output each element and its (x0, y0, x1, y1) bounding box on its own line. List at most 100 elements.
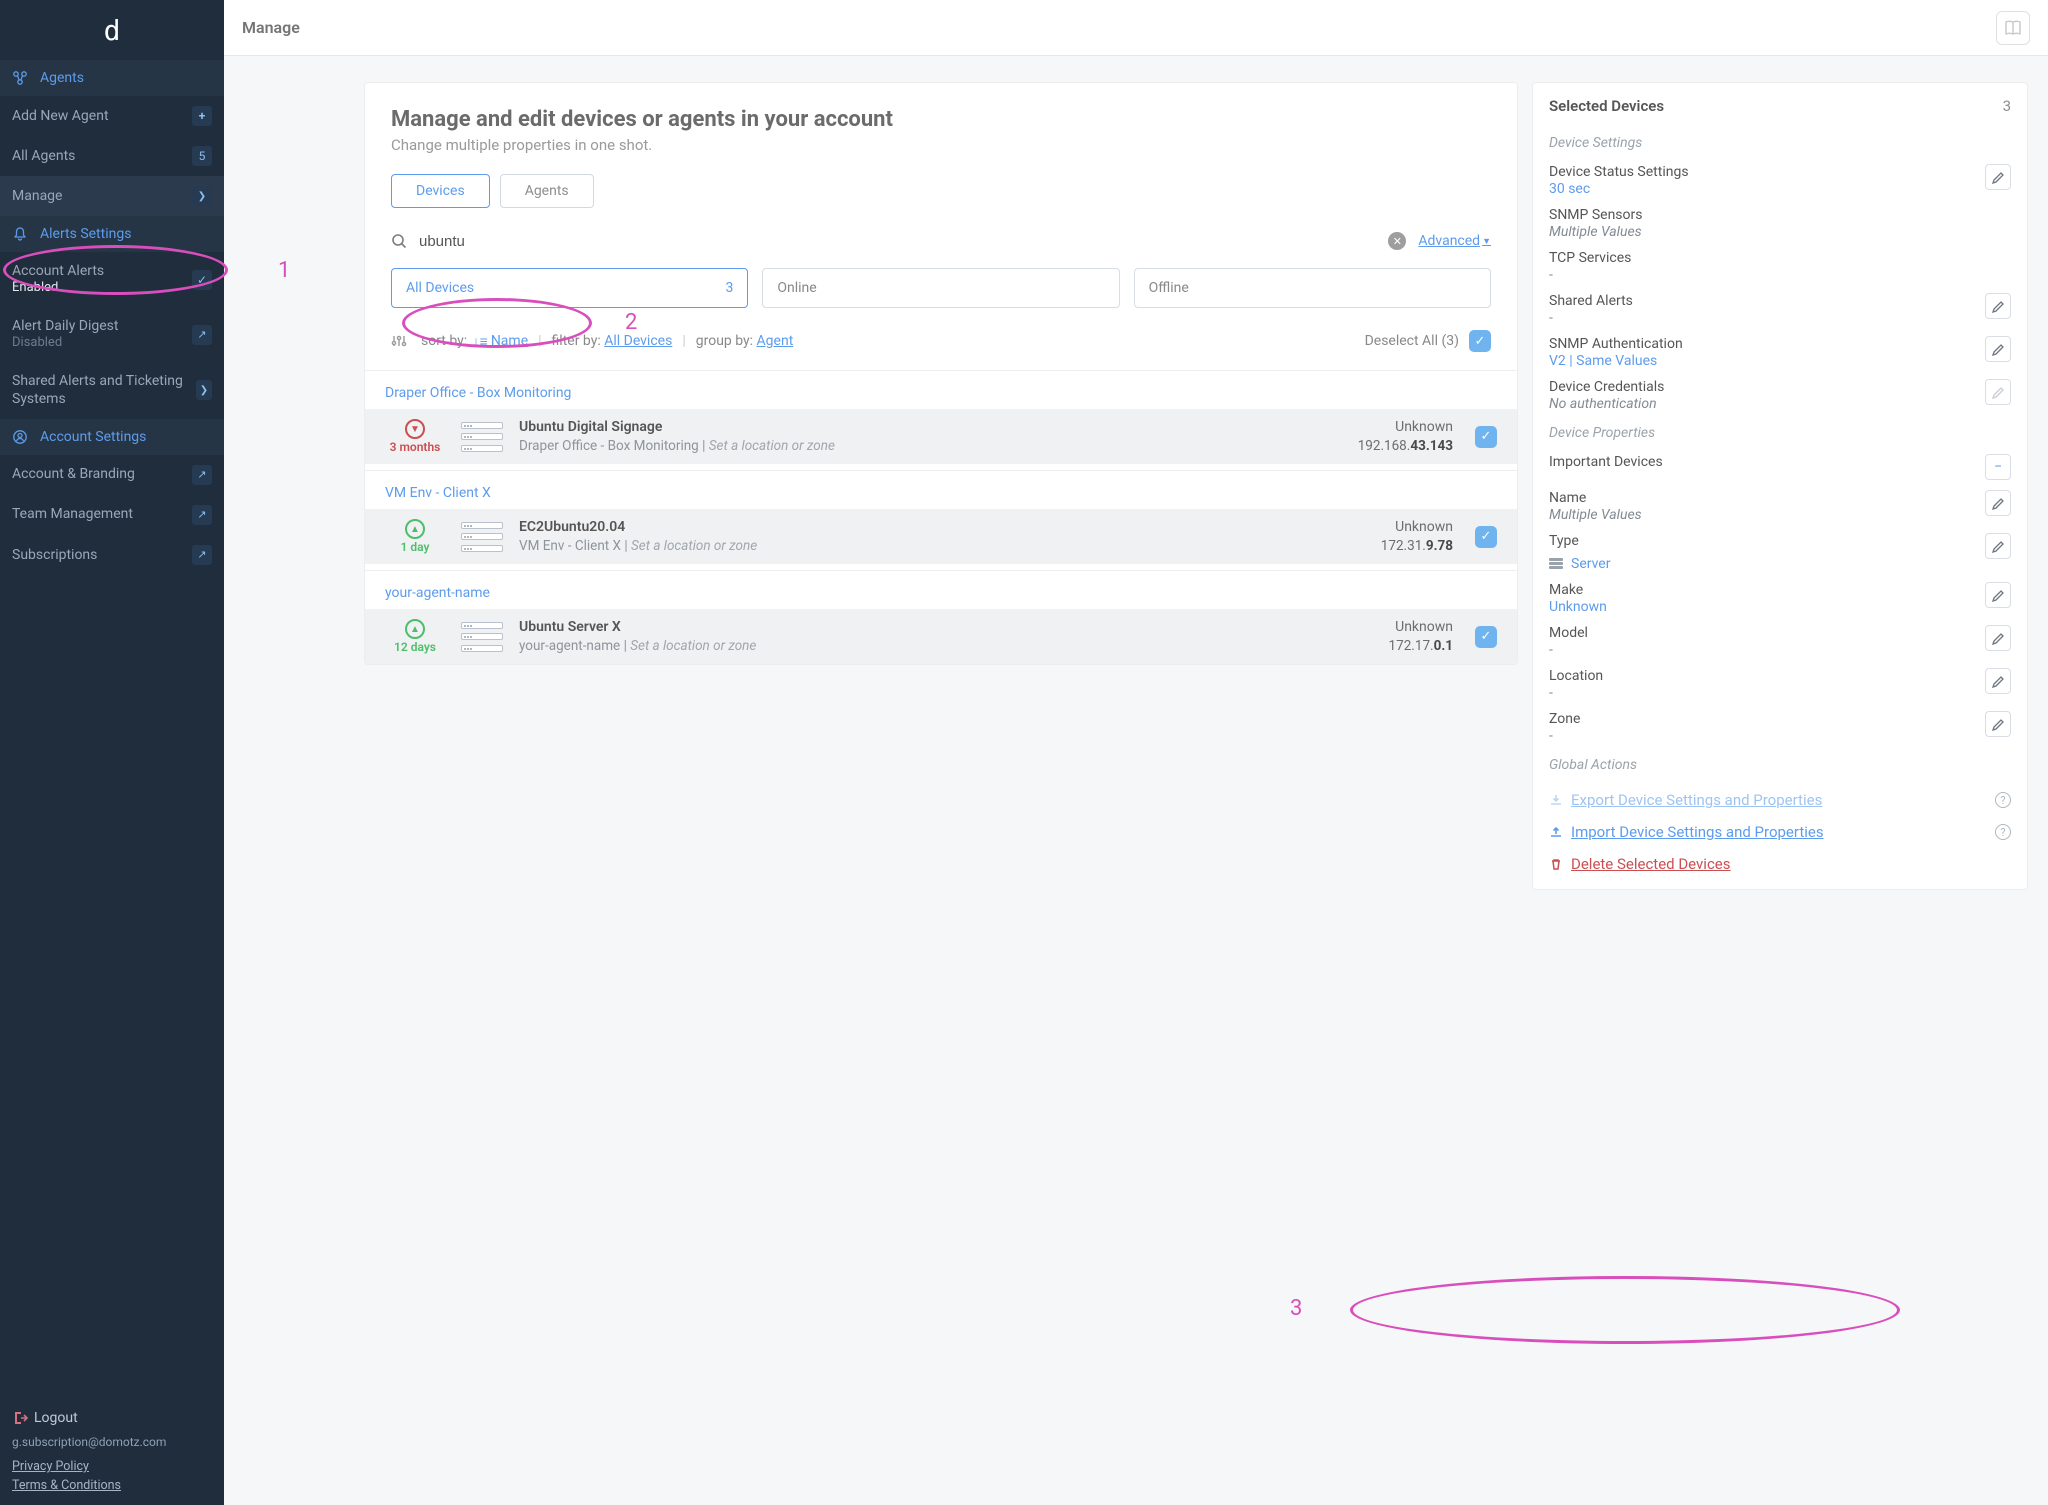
select-all-checkbox[interactable]: ✓ (1469, 330, 1491, 352)
selected-devices-count: 3 (2003, 97, 2011, 115)
sidebar-item-add-agent[interactable]: Add New Agent + (0, 96, 224, 136)
indeterminate-checkbox[interactable]: − (1985, 454, 2011, 480)
privacy-link[interactable]: Privacy Policy (12, 1459, 212, 1474)
download-icon (1549, 793, 1563, 807)
search-input[interactable] (419, 233, 639, 250)
row-important-devices: Important Devices − (1533, 449, 2027, 485)
chevron-right-icon: ❯ (192, 186, 212, 206)
sidebar-item-team-management[interactable]: Team Management ↗ (0, 495, 224, 535)
open-icon: ↗ (192, 505, 212, 525)
device-row-checkbox[interactable]: ✓ (1475, 526, 1497, 548)
sidebar-footer: Logout g.subscription@domotz.com Privacy… (0, 1397, 224, 1505)
filter-link[interactable]: All Devices (604, 333, 672, 349)
row-name: NameMultiple Values (1533, 485, 2027, 528)
group-name-link[interactable]: VM Env - Client X (385, 485, 491, 501)
group-link[interactable]: Agent (757, 333, 794, 349)
exit-icon (12, 1409, 34, 1427)
device-age: ▲ 1 day (385, 519, 445, 554)
device-row[interactable]: ▲ 1 day EC2Ubuntu20.04 VM Env - Client X… (365, 509, 1517, 564)
device-subline: your-agent-name | Set a location or zone (519, 638, 1373, 654)
sidebar-item-account-branding[interactable]: Account & Branding ↗ (0, 455, 224, 495)
sidebar-item-account-alerts[interactable]: Account Alerts Enabled ✓ (0, 252, 224, 307)
edit-button (1985, 379, 2011, 405)
pill-all-devices[interactable]: All Devices 3 (391, 268, 748, 308)
device-row-checkbox[interactable]: ✓ (1475, 626, 1497, 648)
row-device-credentials: Device CredentialsNo authentication (1533, 374, 2027, 417)
selected-devices-title: Selected Devices (1549, 97, 1664, 115)
device-status: Unknown (1358, 419, 1453, 435)
device-group-header: VM Env - Client X (365, 470, 1517, 509)
sidebar-item-manage[interactable]: Manage ❯ (0, 176, 224, 216)
sidebar-item-all-agents[interactable]: All Agents 5 (0, 136, 224, 176)
open-icon: ↗ (192, 545, 212, 565)
sidebar-item-daily-digest[interactable]: Alert Daily Digest Disabled ↗ (0, 307, 224, 362)
pill-online[interactable]: Online (762, 268, 1119, 308)
tab-devices[interactable]: Devices (391, 174, 490, 208)
device-ip: 192.168.43.143 (1358, 438, 1453, 454)
help-icon[interactable]: ? (1995, 792, 2011, 808)
sidebar-section-account-settings[interactable]: Account Settings (0, 419, 224, 455)
row-snmp-sensors: SNMP SensorsMultiple Values (1533, 202, 2027, 245)
device-age: ▼ 3 months (385, 419, 445, 454)
logout-button[interactable]: Logout (12, 1409, 212, 1427)
section-global-actions: Global Actions (1533, 749, 2027, 781)
device-row[interactable]: ▲ 12 days Ubuntu Server X your-agent-nam… (365, 609, 1517, 664)
sort-link[interactable]: Name (491, 333, 528, 349)
export-link[interactable]: Export Device Settings and Properties (1549, 791, 1822, 809)
topbar: Manage (224, 0, 2048, 56)
device-row-checkbox[interactable]: ✓ (1475, 426, 1497, 448)
device-age: ▲ 12 days (385, 619, 445, 654)
device-subline: VM Env - Client X | Set a location or zo… (519, 538, 1365, 554)
sidebar-item-subscriptions[interactable]: Subscriptions ↗ (0, 535, 224, 575)
sidebar-section-alerts[interactable]: Alerts Settings (0, 216, 224, 252)
clear-search-button[interactable]: ✕ (1388, 232, 1406, 250)
age-direction-icon: ▲ (405, 619, 425, 639)
deselect-all-link[interactable]: Deselect All (3) (1365, 333, 1459, 349)
edit-button[interactable] (1985, 668, 2011, 694)
logo: d (0, 0, 224, 60)
edit-button[interactable] (1985, 490, 2011, 516)
help-icon[interactable]: ? (1995, 824, 2011, 840)
sidebar-section-agents[interactable]: Agents (0, 60, 224, 96)
main-area: Manage Manage and edit devices or agents… (224, 0, 2048, 1505)
caret-down-icon: ▼ (1482, 236, 1491, 247)
row-tcp-services: TCP Services- (1533, 245, 2027, 288)
group-name-link[interactable]: your-agent-name (385, 585, 490, 601)
row-type: Type Server (1533, 528, 2027, 577)
device-name: EC2Ubuntu20.04 (519, 519, 1365, 535)
advanced-link[interactable]: Advanced▼ (1418, 233, 1491, 249)
manage-title: Manage and edit devices or agents in you… (391, 107, 1491, 132)
tab-agents[interactable]: Agents (500, 174, 594, 208)
search-icon (391, 233, 407, 249)
count-badge: 5 (192, 146, 212, 166)
docs-button[interactable] (1996, 11, 2030, 45)
edit-button[interactable] (1985, 625, 2011, 651)
group-name-link[interactable]: Draper Office - Box Monitoring (385, 385, 571, 401)
row-location: Location- (1533, 663, 2027, 706)
open-icon: ↗ (192, 465, 212, 485)
edit-button[interactable] (1985, 164, 2011, 190)
delete-link[interactable]: Delete Selected Devices (1549, 855, 1731, 873)
sidebar-item-shared-alerts[interactable]: Shared Alerts and Ticketing Systems ❯ (0, 362, 224, 418)
edit-button[interactable] (1985, 533, 2011, 559)
device-group-header: your-agent-name (365, 570, 1517, 609)
terms-link[interactable]: Terms & Conditions (12, 1478, 212, 1493)
device-ip: 172.17.0.1 (1389, 638, 1453, 654)
edit-button[interactable] (1985, 336, 2011, 362)
row-status-settings: Device Status Settings30 sec (1533, 159, 2027, 202)
edit-button[interactable] (1985, 582, 2011, 608)
check-icon: ✓ (192, 270, 212, 290)
edit-button[interactable] (1985, 293, 2011, 319)
device-ip: 172.31.9.78 (1381, 538, 1453, 554)
chevron-right-icon: ❯ (196, 380, 212, 400)
upload-icon (1549, 825, 1563, 839)
selected-devices-panel: Selected Devices 3 Device Settings Devic… (1532, 82, 2028, 890)
age-direction-icon: ▼ (405, 419, 425, 439)
import-link[interactable]: Import Device Settings and Properties (1549, 823, 1824, 841)
global-action-delete: Delete Selected Devices (1533, 845, 2027, 877)
sliders-icon[interactable] (391, 333, 407, 349)
edit-button[interactable] (1985, 711, 2011, 737)
pill-offline[interactable]: Offline (1134, 268, 1491, 308)
device-row[interactable]: ▼ 3 months Ubuntu Digital Signage Draper… (365, 409, 1517, 464)
device-name: Ubuntu Server X (519, 619, 1373, 635)
